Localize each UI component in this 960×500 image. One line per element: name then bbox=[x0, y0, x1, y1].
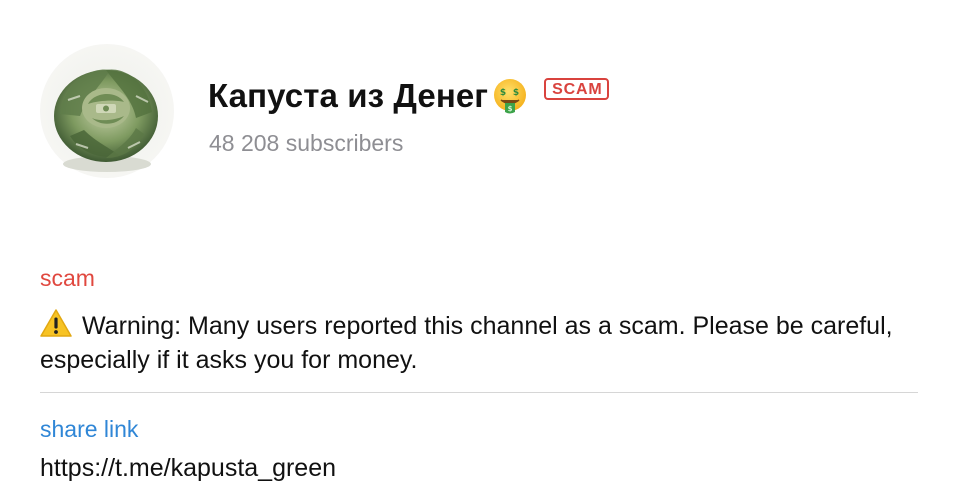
share-link-label: share link bbox=[40, 416, 139, 442]
scam-badge: SCAM bbox=[544, 78, 610, 100]
svg-text:$: $ bbox=[508, 105, 513, 113]
scam-warning[interactable]: Warning: Many users reported this channe… bbox=[40, 308, 920, 377]
channel-title-row: Капуста из Денег $ $ $ SCAM bbox=[208, 74, 610, 118]
warning-icon bbox=[40, 308, 72, 338]
channel-name: Капуста из Денег bbox=[208, 77, 489, 114]
scam-section-label: scam bbox=[40, 265, 95, 291]
svg-text:$: $ bbox=[500, 88, 506, 98]
channel-info-page: Капуста из Денег $ $ $ SCAM 48 208 subsc… bbox=[0, 0, 960, 500]
money-cabbage-avatar-image bbox=[40, 44, 174, 178]
section-divider bbox=[40, 392, 918, 393]
channel-avatar[interactable] bbox=[40, 44, 174, 178]
svg-text:$: $ bbox=[513, 88, 519, 98]
money-mouth-face-icon: $ $ $ bbox=[490, 76, 530, 116]
subscriber-count: 48 208 subscribers bbox=[209, 130, 404, 156]
scam-warning-text: Warning: Many users reported this channe… bbox=[40, 312, 893, 374]
share-link-url[interactable]: https://t.me/kapusta_green bbox=[40, 454, 336, 483]
